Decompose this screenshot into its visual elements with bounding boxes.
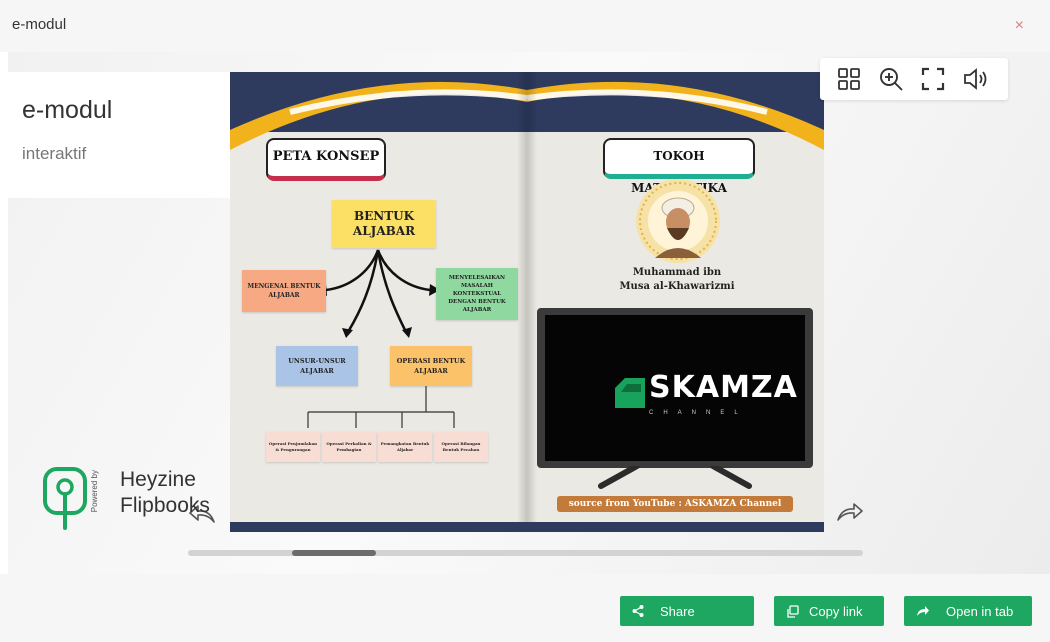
page-scroll-track[interactable] (188, 550, 863, 556)
left-page: PETA KONSEP BENTUK ALJABAR MENGENAL BENT… (230, 72, 527, 532)
copy-link-label: Copy link (809, 603, 863, 619)
copy-icon (786, 604, 799, 618)
concept-mengenal: MENGENAL BENTUK ALJABAR (242, 270, 326, 312)
flipbook-spread[interactable]: PETA KONSEP BENTUK ALJABAR MENGENAL BENT… (230, 72, 824, 532)
page-scroll-thumb[interactable] (292, 550, 376, 556)
video-source-label: source from YouTube : ASKAMZA Channel (557, 496, 793, 512)
leaf-operasi-tambah: Operasi Penjumlahan & Pengurangan (266, 432, 320, 462)
close-icon[interactable]: × (1015, 17, 1024, 35)
video-brand: SKAMZA (649, 370, 798, 405)
concept-menyelesaikan: MENYELESAIKAN MASALAH KONTEKSTUAL DENGAN… (436, 268, 518, 320)
concept-operasi: OPERASI BENTUK ALJABAR (390, 346, 472, 386)
concept-unsur: UNSUR-UNSUR ALJABAR (276, 346, 358, 386)
heyzine-logo-icon (43, 467, 87, 530)
right-page: TOKOH MATEMATIKA Muhammad ibn Musa al-Kh… (527, 72, 824, 532)
book-spine (517, 72, 537, 532)
flipbook-title: e-modul (22, 96, 113, 124)
tv-stand (598, 466, 752, 489)
figure-name-line1: Muhammad ibn (632, 267, 722, 278)
video-brand-sub: CHANNEL (649, 410, 748, 416)
leaf-pecahan: Operasi Bilangan Bentuk Pecahan (434, 432, 488, 462)
open-in-tab-button[interactable]: Open in tab (904, 596, 1032, 626)
grid-icon[interactable] (836, 66, 862, 92)
viewer-toolbar (820, 58, 1008, 100)
footer-bar: Share Copy link Open in tab (0, 574, 1050, 642)
heyzine-logo[interactable]: Powered by Heyzine Flipbooks (42, 466, 212, 536)
share-button[interactable]: Share (620, 596, 754, 626)
share-icon (632, 605, 644, 617)
flipbook-info-panel: e-modul interaktif (8, 72, 230, 198)
open-in-tab-label: Open in tab (946, 603, 1014, 619)
next-page-icon[interactable] (834, 500, 864, 524)
share-label: Share (660, 603, 695, 619)
zoom-in-icon[interactable] (878, 66, 904, 92)
video-player[interactable]: SKAMZA CHANNEL (537, 308, 813, 468)
khawarizmi-portrait (636, 179, 720, 263)
concept-bentuk-aljabar: BENTUK ALJABAR (332, 200, 436, 248)
page-bottom-band (230, 522, 824, 532)
tokoh-matematika-heading: TOKOH MATEMATIKA (603, 138, 755, 195)
leaf-operasi-kali: Operasi Perkalian & Pembagian (322, 432, 376, 462)
leaf-pemangkatan: Pemangkatan Bentuk Aljabar (378, 432, 432, 462)
fullscreen-icon[interactable] (920, 66, 946, 92)
heyzine-brand-line1: Heyzine (120, 468, 196, 491)
copy-link-button[interactable]: Copy link (774, 596, 884, 626)
speaker-icon[interactable] (962, 66, 988, 92)
open-in-tab-icon (916, 605, 930, 617)
peta-konsep-heading: PETA KONSEP (266, 138, 386, 181)
heyzine-brand-line2: Flipbooks (120, 494, 210, 517)
title-bar: e-modul × (0, 0, 1050, 52)
flipbook-subtitle: interaktif (22, 144, 87, 163)
figure-name-line2: Musa al-Khawarizmi (619, 281, 735, 292)
powered-by-label: Powered by (90, 470, 99, 513)
window-title: e-modul (12, 16, 67, 33)
